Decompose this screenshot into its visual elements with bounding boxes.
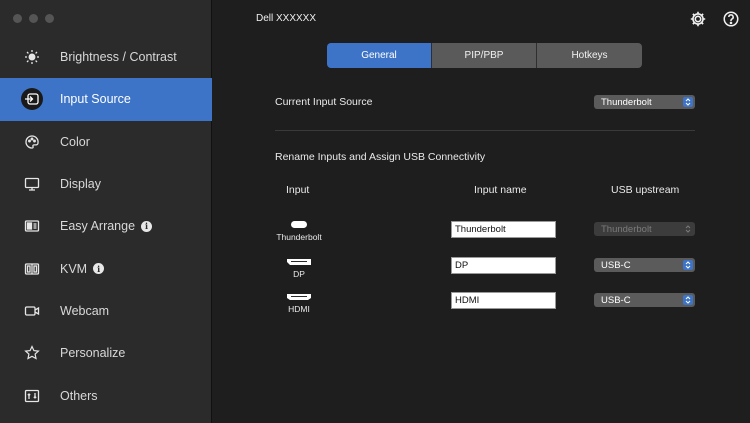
usb-upstream-select-thunderbolt[interactable]: Thunderbolt (594, 222, 695, 236)
select-value: USB-C (601, 259, 631, 271)
sidebar-item-label: Input Source (60, 92, 131, 107)
chevron-updown-icon (683, 260, 693, 270)
section-divider (275, 130, 695, 131)
sidebar-item-input-source[interactable]: Input Source (0, 78, 212, 121)
chevron-updown-icon (683, 224, 693, 234)
help-icon[interactable] (722, 10, 740, 28)
sidebar-item-display[interactable]: Display (0, 163, 212, 205)
sidebar-item-easy-arrange[interactable]: Easy Arrange i (0, 205, 212, 247)
dp-port: DP (273, 258, 325, 279)
sidebar-item-color[interactable]: Color (0, 121, 212, 163)
sidebar-item-label: Others (60, 388, 98, 403)
sidebar-item-kvm[interactable]: KVM i (0, 247, 212, 289)
port-label: DP (293, 269, 305, 279)
rename-heading: Rename Inputs and Assign USB Connectivit… (275, 151, 486, 163)
sidebar-item-webcam[interactable]: Webcam (0, 290, 212, 332)
current-input-select[interactable]: Thunderbolt (594, 95, 695, 109)
app-window: Brightness / Contrast Input Source Color… (0, 0, 750, 423)
sidebar-item-label: Webcam (60, 303, 110, 318)
select-value: Thunderbolt (601, 96, 652, 108)
others-icon (22, 386, 42, 406)
tab-hotkeys[interactable]: Hotkeys (537, 43, 642, 68)
sun-icon (22, 47, 42, 67)
usb-upstream-select-hdmi[interactable]: USB-C (594, 293, 695, 307)
sidebar-nav: Brightness / Contrast Input Source Color… (0, 36, 212, 417)
usb-c-port-icon (291, 221, 307, 228)
tab-general[interactable]: General (327, 43, 432, 68)
thunderbolt-port: Thunderbolt (273, 220, 325, 242)
current-input-label: Current Input Source (275, 96, 373, 108)
sidebar-item-others[interactable]: Others (0, 374, 212, 416)
select-value: Thunderbolt (601, 223, 652, 235)
layout-icon (22, 216, 42, 236)
port-label: Thunderbolt (276, 232, 322, 242)
device-title: Dell XXXXXX (256, 13, 317, 24)
sidebar: Brightness / Contrast Input Source Color… (0, 0, 212, 423)
sidebar-item-label: Color (60, 134, 90, 149)
input-name-field-thunderbolt[interactable] (451, 221, 556, 238)
input-source-icon (21, 88, 43, 111)
close-window-button[interactable] (13, 14, 22, 23)
gear-icon[interactable] (689, 10, 707, 28)
sidebar-item-label: Brightness / Contrast (60, 50, 177, 65)
sidebar-item-label: KVM (60, 261, 88, 276)
info-icon[interactable]: i (93, 263, 105, 275)
kvm-icon (22, 259, 42, 279)
port-label: HDMI (288, 304, 310, 314)
window-controls (13, 14, 54, 23)
sidebar-item-label: Display (60, 177, 101, 192)
webcam-icon (22, 301, 42, 321)
column-header-input-name: Input name (474, 184, 527, 196)
palette-icon (22, 132, 42, 152)
monitor-icon (22, 174, 42, 194)
tab-bar: General PIP/PBP Hotkeys (327, 43, 642, 68)
chevron-updown-icon (683, 295, 693, 305)
chevron-updown-icon (683, 97, 693, 107)
input-name-field-dp[interactable] (451, 257, 556, 274)
hdmi-port: HDMI (273, 293, 325, 314)
star-icon (22, 343, 42, 363)
info-icon[interactable]: i (141, 220, 153, 232)
column-header-usb-upstream: USB upstream (611, 184, 680, 196)
zoom-window-button[interactable] (45, 14, 54, 23)
sidebar-item-personalize[interactable]: Personalize (0, 332, 212, 374)
minimize-window-button[interactable] (29, 14, 38, 23)
sidebar-item-brightness-contrast[interactable]: Brightness / Contrast (0, 36, 212, 78)
column-header-input: Input (286, 184, 310, 196)
hdmi-icon (287, 294, 311, 300)
select-value: USB-C (601, 294, 631, 306)
input-name-field-hdmi[interactable] (451, 292, 556, 309)
usb-upstream-select-dp[interactable]: USB-C (594, 258, 695, 272)
tab-pip-pbp[interactable]: PIP/PBP (432, 43, 537, 68)
sidebar-item-label: Easy Arrange (60, 219, 136, 234)
displayport-icon (287, 259, 311, 265)
sidebar-item-label: Personalize (60, 346, 126, 361)
